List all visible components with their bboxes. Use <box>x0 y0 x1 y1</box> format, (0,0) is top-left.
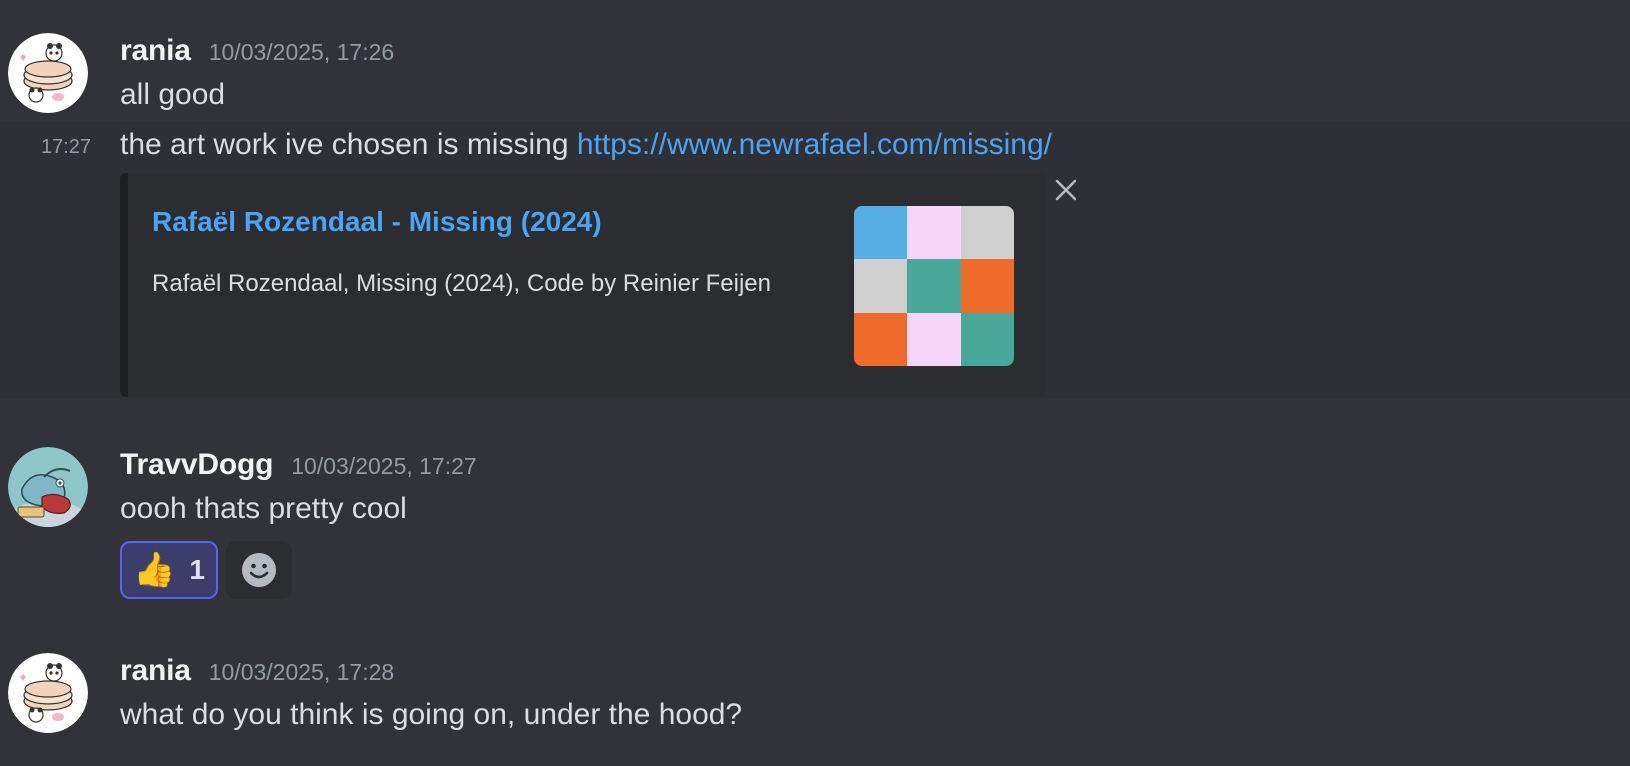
thumbs-up-icon: 👍 <box>133 551 176 589</box>
user-avatar[interactable] <box>8 447 88 527</box>
reaction-thumbs-up[interactable]: 👍 1 <box>120 541 218 599</box>
message-header: rania 10/03/2025, 17:28 <box>120 654 394 688</box>
timestamp[interactable]: 10/03/2025, 17:28 <box>209 659 394 686</box>
message-text-body: the art work ive chosen is missing <box>120 128 577 161</box>
close-icon <box>1055 179 1077 201</box>
thumbnail-cell <box>907 206 961 260</box>
smiley-icon <box>242 553 276 587</box>
timestamp[interactable]: 10/03/2025, 17:26 <box>209 39 394 66</box>
thumbnail-cell <box>960 312 1014 366</box>
reactions-bar: 👍 1 <box>120 541 292 599</box>
embed-thumbnail[interactable] <box>854 206 1014 366</box>
username[interactable]: TravvDogg <box>120 448 273 482</box>
user-avatar[interactable] <box>8 653 88 733</box>
cartoon-avatar-icon <box>8 447 88 527</box>
thumbnail-cell <box>907 259 961 313</box>
message-text: what do you think is going on, under the… <box>120 698 743 731</box>
thumbnail-cell <box>907 312 961 366</box>
message-text: all good <box>120 78 226 111</box>
chat-message-list: rania 10/03/2025, 17:26 all good 17:27 t… <box>0 0 1630 766</box>
panda-avatar-icon <box>8 33 88 113</box>
link-embed: Rafaël Rozendaal - Missing (2024) Rafaël… <box>120 173 1045 397</box>
embed-description: Rafaël Rozendaal, Missing (2024), Code b… <box>152 270 771 297</box>
user-avatar[interactable] <box>8 33 88 113</box>
reaction-count: 1 <box>189 554 205 585</box>
message-header: TravvDogg 10/03/2025, 17:27 <box>120 448 477 482</box>
thumbnail-cell <box>854 206 908 260</box>
thumbnail-cell <box>854 312 908 366</box>
message-header: rania 10/03/2025, 17:26 <box>120 34 394 68</box>
panda-avatar-icon <box>8 653 88 733</box>
username[interactable]: rania <box>120 34 191 68</box>
message-text: the art work ive chosen is missing https… <box>120 128 1052 162</box>
side-timestamp[interactable]: 17:27 <box>41 136 91 159</box>
add-reaction-button[interactable] <box>226 541 292 599</box>
message-link[interactable]: https://www.newrafael.com/missing/ <box>577 128 1052 161</box>
thumbnail-cell <box>960 206 1014 260</box>
remove-embed-button[interactable] <box>1052 176 1080 204</box>
thumbnail-cell <box>854 259 908 313</box>
embed-title[interactable]: Rafaël Rozendaal - Missing (2024) <box>152 206 602 238</box>
message-text: oooh thats pretty cool <box>120 492 407 525</box>
username[interactable]: rania <box>120 654 191 688</box>
timestamp[interactable]: 10/03/2025, 17:27 <box>291 453 476 480</box>
thumbnail-cell <box>960 259 1014 313</box>
